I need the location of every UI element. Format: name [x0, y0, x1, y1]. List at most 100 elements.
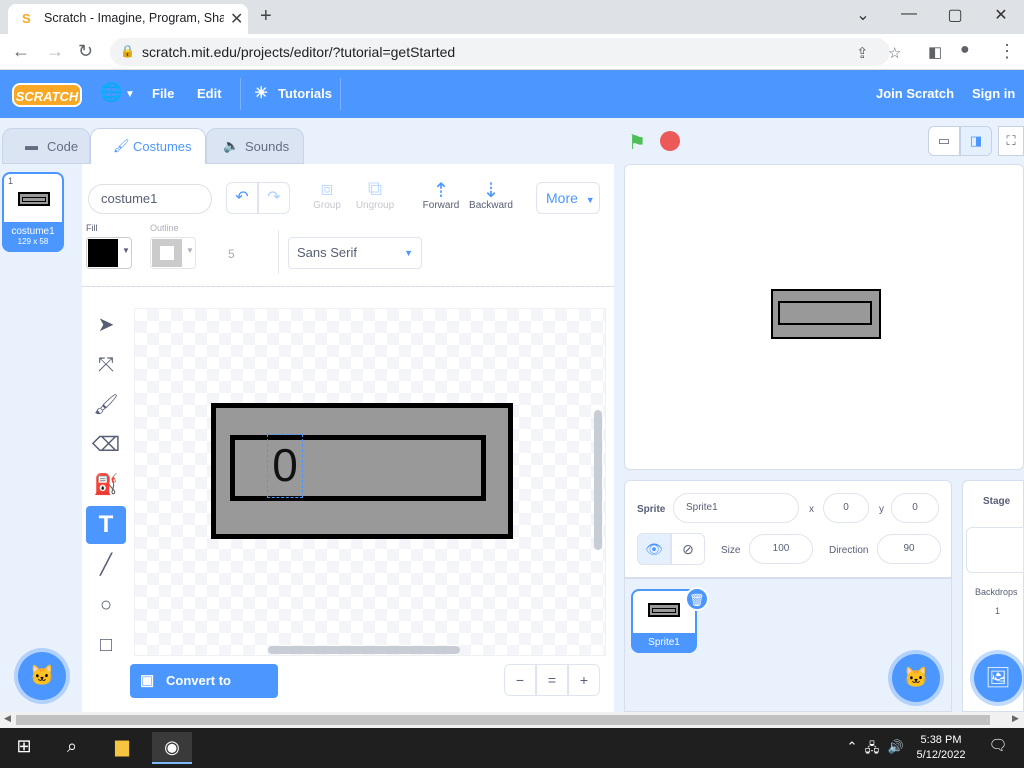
- convert-to-bitmap-button[interactable]: ▣ Convert to Bitmap: [130, 664, 278, 722]
- scratch-logo[interactable]: SCRATCH: [12, 83, 82, 107]
- small-stage-button[interactable]: ▭: [928, 126, 960, 156]
- sprite-label: Sprite: [637, 504, 666, 515]
- sign-in-link[interactable]: Sign in: [972, 86, 1015, 101]
- chevron-down-icon: ▼: [404, 248, 413, 258]
- volume-icon[interactable]: 🔊: [876, 739, 916, 755]
- chevron-down-icon[interactable]: ▼: [125, 89, 135, 100]
- fill-color-picker[interactable]: ▼: [86, 237, 132, 269]
- eraser-tool[interactable]: ⌫: [86, 426, 126, 464]
- search-icon[interactable]: ⌕: [52, 736, 92, 757]
- small-stage-icon: ▭: [937, 133, 951, 148]
- notification-icon[interactable]: 🗨: [978, 736, 1018, 754]
- lightbulb-icon[interactable]: ☀: [254, 83, 268, 103]
- paint-canvas[interactable]: 0: [134, 308, 606, 656]
- costume-tile-name: costume1: [11, 226, 55, 237]
- browser-tab[interactable]: S Scratch - Imagine, Program, Shar ✕: [8, 4, 248, 34]
- menu-edit[interactable]: Edit: [197, 86, 222, 101]
- outline-width-input[interactable]: 5: [212, 240, 262, 268]
- show-sprite-button[interactable]: 👁: [637, 533, 671, 565]
- forward-arrow-icon[interactable]: →: [46, 41, 64, 62]
- tab-costumes[interactable]: 🖌 Costumes: [90, 128, 206, 164]
- scrollbar-thumb[interactable]: [16, 715, 990, 725]
- more-button[interactable]: More ▼: [536, 182, 600, 214]
- browser-menu-icon[interactable]: ⋮: [998, 41, 1016, 62]
- backward-button[interactable]: ⇣ Backward: [464, 178, 518, 211]
- choose-costume-button[interactable]: 🐱: [18, 652, 66, 700]
- tab-close-icon[interactable]: ✕: [230, 9, 243, 29]
- tab-sounds[interactable]: 🔈 Sounds: [206, 128, 304, 164]
- join-scratch-link[interactable]: Join Scratch: [876, 86, 954, 101]
- reload-icon[interactable]: ↻: [78, 41, 93, 62]
- line-tool[interactable]: ╱: [86, 546, 126, 584]
- page-horizontal-scrollbar[interactable]: ◀ ▶: [0, 712, 1024, 728]
- stage-sprite[interactable]: [771, 289, 881, 339]
- canvas-vertical-scrollbar[interactable]: [594, 410, 602, 550]
- scroll-right-icon[interactable]: ▶: [1012, 713, 1019, 724]
- zoom-out-button[interactable]: −: [504, 664, 536, 696]
- windows-start-icon[interactable]: ⊞: [4, 736, 44, 757]
- tab-search-icon[interactable]: ⌄: [848, 5, 878, 25]
- chrome-taskbar-icon[interactable]: ◉: [152, 732, 192, 764]
- sprite-info-panel: Sprite Sprite1 x 0 y 0 👁 ⊘ Size 100 Dire…: [624, 480, 952, 578]
- close-window-button[interactable]: ✕: [986, 5, 1016, 25]
- font-dropdown[interactable]: Sans Serif ▼: [288, 237, 422, 269]
- size-input[interactable]: 100: [749, 534, 813, 564]
- profile-avatar-icon[interactable]: ●: [960, 41, 970, 59]
- group-button[interactable]: ⧈ Group: [300, 178, 354, 211]
- chevron-down-icon: ▼: [122, 246, 130, 255]
- lock-icon[interactable]: 🔒: [120, 44, 135, 58]
- taskbar-clock[interactable]: 5:38 PM 5/12/2022: [914, 733, 968, 763]
- canvas-text-box[interactable]: 0: [267, 434, 303, 498]
- direction-input[interactable]: 90: [877, 534, 941, 564]
- hide-sprite-button[interactable]: ⊘: [671, 533, 705, 565]
- reshape-tool[interactable]: ⤧: [86, 346, 126, 384]
- forward-button[interactable]: ⇡ Forward: [414, 178, 468, 211]
- url-text[interactable]: scratch.mit.edu/projects/editor/?tutoria…: [142, 44, 455, 60]
- costume-name-input[interactable]: costume1: [88, 184, 212, 214]
- stage-canvas[interactable]: [624, 164, 1024, 470]
- zoom-in-button[interactable]: +: [568, 664, 600, 696]
- circle-tool[interactable]: ○: [86, 586, 126, 624]
- fill-tool[interactable]: ⛽: [86, 466, 126, 504]
- zoom-reset-button[interactable]: =: [536, 664, 568, 696]
- sprite-tile[interactable]: Sprite1 🗑: [631, 587, 709, 653]
- language-globe-icon[interactable]: 🌐: [100, 82, 122, 103]
- choose-sprite-button[interactable]: 🐱: [892, 654, 940, 702]
- inner-rectangle-shape[interactable]: 0: [230, 434, 486, 501]
- back-arrow-icon[interactable]: ←: [12, 41, 30, 62]
- costume-thumbnail: [18, 192, 50, 206]
- stage-thumbnail[interactable]: [966, 527, 1024, 573]
- file-explorer-icon[interactable]: ▆: [102, 736, 142, 757]
- address-bar[interactable]: 🔒 scratch.mit.edu/projects/editor/?tutor…: [110, 38, 901, 66]
- minimize-button[interactable]: —: [894, 5, 924, 23]
- brush-tool[interactable]: 🖌: [86, 386, 126, 424]
- delete-sprite-button[interactable]: 🗑: [685, 587, 709, 611]
- stop-icon[interactable]: [660, 131, 680, 151]
- large-stage-button[interactable]: ◨: [960, 126, 992, 156]
- menu-tutorials[interactable]: Tutorials: [278, 86, 332, 101]
- redo-button[interactable]: ↷: [258, 182, 290, 214]
- x-input[interactable]: 0: [823, 493, 869, 523]
- side-panel-icon[interactable]: ◧: [928, 43, 942, 61]
- scroll-left-icon[interactable]: ◀: [4, 713, 11, 724]
- rectangle-tool[interactable]: □: [86, 626, 126, 664]
- outline-color-picker[interactable]: ▼: [150, 237, 196, 269]
- menu-file[interactable]: File: [152, 86, 174, 101]
- green-flag-icon[interactable]: ⚑: [628, 130, 646, 155]
- text-tool[interactable]: T: [86, 506, 126, 544]
- sprite-name-input[interactable]: Sprite1: [673, 493, 799, 523]
- canvas-horizontal-scrollbar[interactable]: [268, 646, 460, 654]
- ungroup-button[interactable]: ⧉ Ungroup: [348, 178, 402, 211]
- select-tool[interactable]: ➤: [86, 306, 126, 344]
- y-input[interactable]: 0: [891, 493, 939, 523]
- undo-button[interactable]: ↶: [226, 182, 258, 214]
- maximize-button[interactable]: ▢: [940, 5, 970, 25]
- share-icon[interactable]: ⇪: [856, 44, 869, 62]
- outer-rectangle-shape[interactable]: 0: [211, 403, 513, 539]
- new-tab-icon[interactable]: +: [260, 5, 272, 28]
- fullscreen-button[interactable]: ⛶: [998, 126, 1024, 156]
- costume-tile[interactable]: 1 costume1 129 x 58: [2, 172, 64, 252]
- choose-backdrop-button[interactable]: 🖼: [974, 654, 1022, 702]
- tab-code[interactable]: ▬ Code: [2, 128, 90, 164]
- bookmark-star-icon[interactable]: ☆: [888, 44, 901, 62]
